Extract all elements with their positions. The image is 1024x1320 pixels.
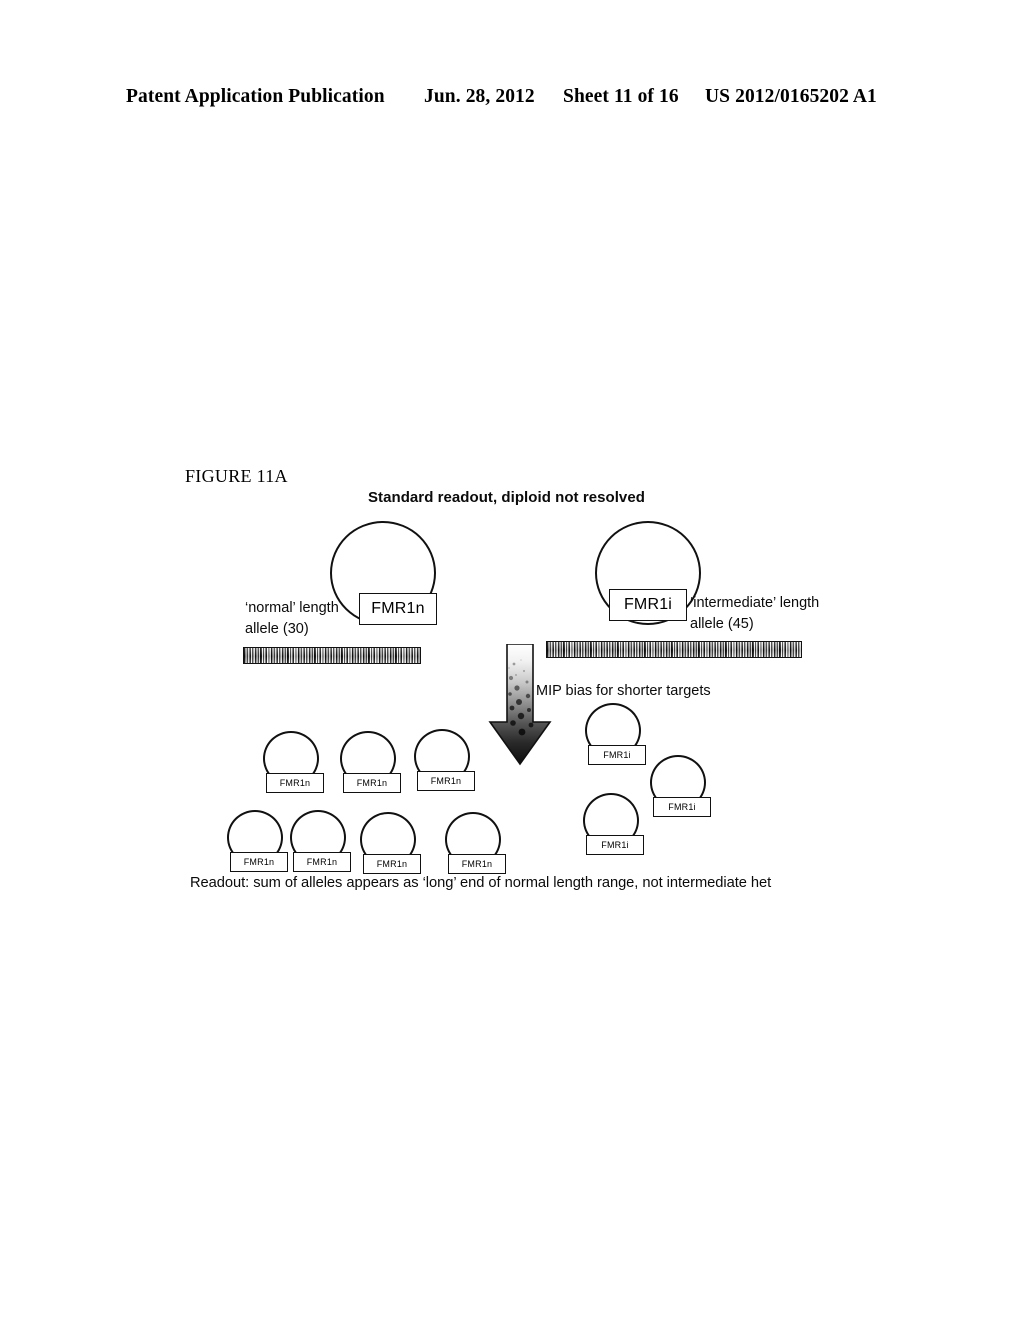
intermediate-allele-repeat-tract xyxy=(546,641,802,658)
patent-page: Patent Application Publication Jun. 28, … xyxy=(0,0,1024,1320)
product-label-box: FMR1i xyxy=(586,835,644,855)
readout-caption: Readout: sum of alleles appears as ‘long… xyxy=(190,875,772,891)
normal-allele-repeat-tract xyxy=(243,647,421,664)
product-loop-normal: FMR1n xyxy=(340,731,401,807)
product-label-box: FMR1n xyxy=(343,773,401,793)
product-label-box: FMR1i xyxy=(588,745,646,765)
intermediate-allele-description: ‘intermediate’ length allele (45) xyxy=(690,595,820,632)
product-label-box: FMR1n xyxy=(363,854,421,874)
product-label-box: FMR1n xyxy=(293,852,351,872)
mip-bias-down-arrow-icon xyxy=(488,644,552,766)
product-label-box: FMR1n xyxy=(417,771,475,791)
product-loop-intermediate: FMR1i xyxy=(650,755,711,831)
product-loop-intermediate: FMR1i xyxy=(585,703,646,779)
intermediate-allele-box: FMR1i xyxy=(609,589,687,621)
product-loop-normal: FMR1n xyxy=(414,729,475,805)
product-loop-normal: FMR1n xyxy=(263,731,324,807)
product-loop-intermediate: FMR1i xyxy=(583,793,644,869)
mip-bias-label: MIP bias for shorter targets xyxy=(536,683,711,699)
product-label-box: FMR1n xyxy=(448,854,506,874)
product-label-box: FMR1n xyxy=(266,773,324,793)
figure-11a-diagram: Standard readout, diploid not resolved F… xyxy=(0,0,1024,1320)
normal-allele-description: ‘normal’ length allele (30) xyxy=(245,600,339,637)
product-label-box: FMR1n xyxy=(230,852,288,872)
diagram-title: Standard readout, diploid not resolved xyxy=(368,489,645,506)
intermediate-allele-loop: FMR1i xyxy=(595,521,701,657)
product-label-box: FMR1i xyxy=(653,797,711,817)
